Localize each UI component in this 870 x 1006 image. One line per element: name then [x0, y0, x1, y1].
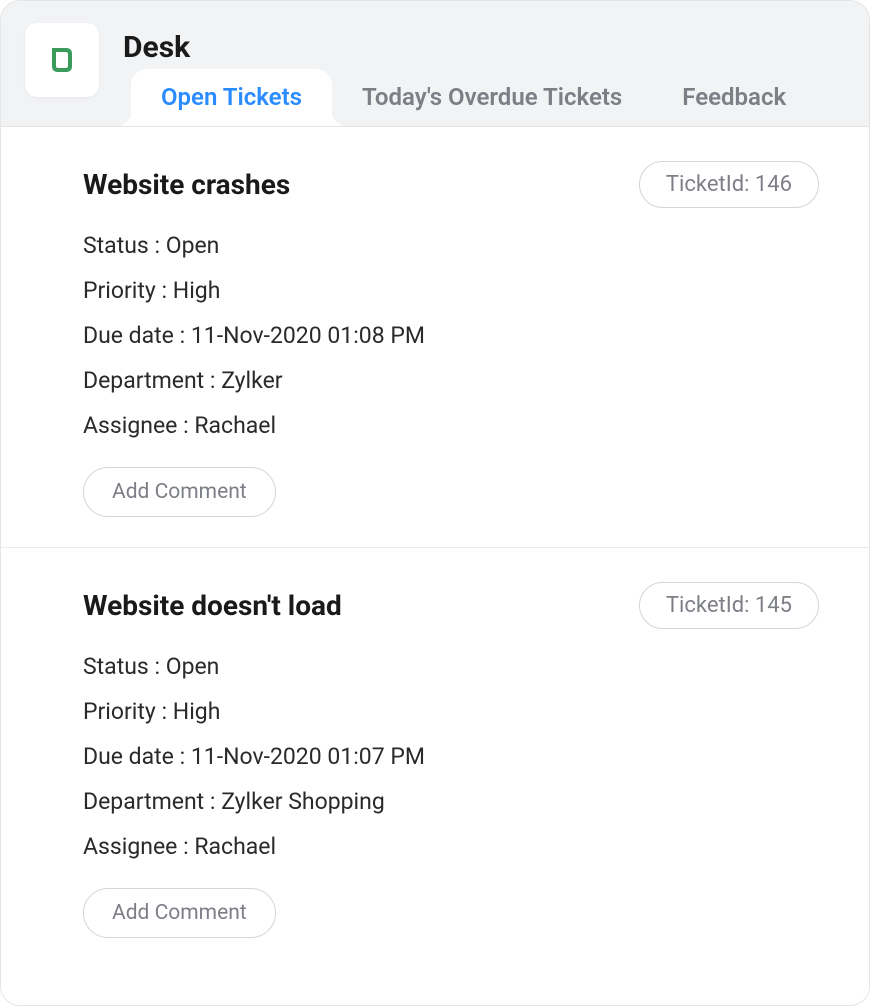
- add-comment-button[interactable]: Add Comment: [83, 467, 276, 517]
- tab-open-tickets[interactable]: Open Tickets: [131, 69, 332, 127]
- ticket-title: Website crashes: [83, 168, 290, 201]
- ticket-fields: Status : Open Priority : High Due date :…: [83, 232, 819, 439]
- ticket-item: Website crashes TicketId: 146 Status : O…: [1, 127, 869, 548]
- ticket-title: Website doesn't load: [83, 589, 342, 622]
- ticket-id-prefix: TicketId: [666, 172, 744, 197]
- ticket-id-badge: TicketId: 146: [639, 161, 819, 208]
- ticket-header: Website doesn't load TicketId: 145: [83, 582, 819, 629]
- ticket-id-badge: TicketId: 145: [639, 582, 819, 629]
- ticket-due-date: Due date : 11-Nov-2020 01:07 PM: [83, 743, 819, 770]
- app-title: Desk: [123, 30, 190, 65]
- header: Desk Open Tickets Today's Overdue Ticket…: [1, 1, 869, 127]
- app-container: Desk Open Tickets Today's Overdue Ticket…: [0, 0, 870, 1006]
- ticket-list: Website crashes TicketId: 146 Status : O…: [1, 127, 869, 1005]
- ticket-id-prefix: TicketId: [666, 593, 744, 618]
- ticket-priority: Priority : High: [83, 277, 819, 304]
- ticket-fields: Status : Open Priority : High Due date :…: [83, 653, 819, 860]
- tab-feedback[interactable]: Feedback: [652, 69, 816, 127]
- ticket-item: Website doesn't load TicketId: 145 Statu…: [1, 548, 869, 968]
- ticket-header: Website crashes TicketId: 146: [83, 161, 819, 208]
- header-divider: [1, 126, 869, 127]
- ticket-status: Status : Open: [83, 653, 819, 680]
- ticket-id-value: 146: [755, 172, 792, 197]
- ticket-status: Status : Open: [83, 232, 819, 259]
- add-comment-button[interactable]: Add Comment: [83, 888, 276, 938]
- ticket-department: Department : Zylker Shopping: [83, 788, 819, 815]
- desk-icon: [44, 42, 80, 78]
- ticket-department: Department : Zylker: [83, 367, 819, 394]
- ticket-assignee: Assignee : Rachael: [83, 833, 819, 860]
- tab-overdue-tickets[interactable]: Today's Overdue Tickets: [332, 69, 652, 127]
- app-icon-box: [25, 23, 99, 97]
- ticket-assignee: Assignee : Rachael: [83, 412, 819, 439]
- tabs: Open Tickets Today's Overdue Tickets Fee…: [131, 69, 845, 127]
- ticket-id-value: 145: [755, 593, 792, 618]
- ticket-priority: Priority : High: [83, 698, 819, 725]
- ticket-due-date: Due date : 11-Nov-2020 01:08 PM: [83, 322, 819, 349]
